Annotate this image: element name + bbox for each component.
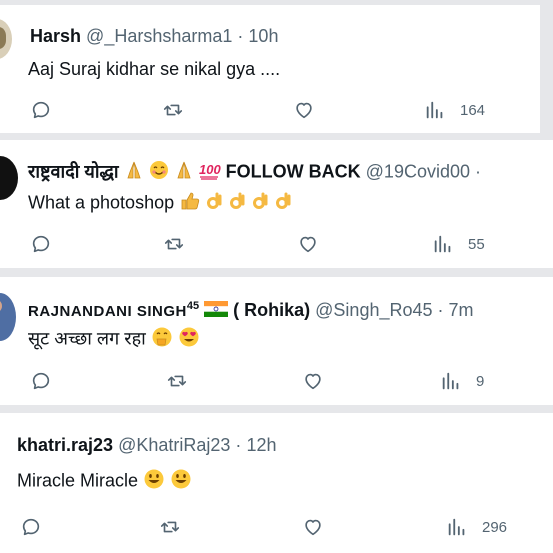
author-handle[interactable]: @Singh_Ro45 — [315, 300, 432, 320]
action-bar: 55 — [0, 232, 553, 256]
tweet-text: Aaj Suraj kidhar se nikal gya .... — [28, 59, 281, 79]
heart-icon — [305, 373, 321, 390]
avatar[interactable] — [0, 19, 12, 59]
timestamp[interactable]: 7m — [449, 300, 474, 320]
tweet-header: RAJNANDANI SINGH45 ( Rohika) @Singh_Ro45… — [28, 295, 474, 323]
separator-dot: · — [475, 161, 482, 182]
author-handle[interactable]: @19Covid00 — [366, 161, 470, 181]
reply-button[interactable] — [30, 98, 52, 122]
grinning-face-emoji — [143, 468, 165, 495]
author-name-suffix[interactable]: ( Rohika) — [233, 300, 310, 320]
author-name[interactable]: RAJNANDANI SINGH — [28, 303, 187, 320]
author-name-suffix[interactable]: FOLLOW BACK — [226, 161, 361, 181]
views-button[interactable]: 296 — [446, 515, 507, 539]
retweet-icon — [160, 521, 180, 533]
views-button[interactable]: 9 — [440, 369, 484, 393]
like-button[interactable] — [293, 98, 315, 122]
svg-text:100: 100 — [199, 162, 221, 177]
bar-chart-icon — [442, 372, 459, 390]
speech-bubble-icon — [22, 518, 40, 536]
tweet-card[interactable]: khatri.raj23 @KhatriRaj23 · 12h Miracle … — [0, 413, 553, 553]
author-name[interactable]: khatri.raj23 — [17, 435, 113, 455]
reply-button[interactable] — [30, 232, 52, 256]
retweet-button[interactable] — [166, 369, 188, 393]
view-count: 9 — [476, 372, 485, 390]
separator-dot: · — [235, 435, 242, 455]
avatar[interactable] — [0, 293, 16, 341]
tweet-card[interactable]: RAJNANDANI SINGH45 ( Rohika) @Singh_Ro45… — [0, 277, 553, 405]
reply-button[interactable] — [30, 369, 52, 393]
view-count: 296 — [482, 518, 508, 536]
ok-hand-emoji — [206, 191, 224, 216]
reply-button[interactable] — [20, 515, 42, 539]
folded-hands-emoji — [124, 160, 144, 185]
views-button[interactable]: 55 — [432, 232, 485, 256]
tweet-text-body: सूट अच्छा लग रहा — [28, 328, 146, 349]
timestamp[interactable]: 10h — [248, 26, 278, 46]
tweet-text-body: Miracle Miracle — [17, 470, 139, 491]
grinning-face-emoji — [170, 468, 192, 495]
heart-icon — [296, 102, 312, 119]
folded-hands-emoji — [174, 160, 194, 185]
timestamp[interactable]: 12h — [246, 435, 276, 455]
author-name[interactable]: Harsh — [30, 26, 81, 46]
tweet-card[interactable]: Harsh @_Harshsharma1 · 10h Aaj Suraj kid… — [0, 5, 540, 133]
heart-icon — [300, 236, 316, 253]
view-count: 55 — [468, 235, 485, 253]
thumbs-up-emoji — [179, 191, 201, 216]
avatar[interactable] — [0, 156, 18, 200]
tweet-header: Harsh @_Harshsharma1 · 10h — [30, 25, 278, 47]
view-count: 164 — [460, 101, 486, 119]
retweet-icon — [167, 375, 187, 387]
author-handle[interactable]: @KhatriRaj23 — [118, 435, 230, 455]
ok-hand-emoji — [275, 191, 293, 216]
bar-chart-icon — [426, 101, 443, 119]
author-name[interactable]: राष्ट्रवादी योद्धा — [28, 161, 119, 181]
retweet-button[interactable] — [163, 232, 185, 256]
speech-bubble-icon — [32, 235, 50, 253]
tweet-text: Miracle Miracle — [17, 468, 192, 495]
action-bar: 9 — [0, 369, 553, 393]
separator-dot: · — [437, 300, 444, 320]
retweet-icon — [164, 238, 184, 250]
retweet-button[interactable] — [162, 98, 184, 122]
retweet-icon — [163, 104, 183, 116]
ok-hand-emoji — [252, 191, 270, 216]
bar-chart-icon — [434, 235, 451, 253]
india-flag-emoji — [204, 300, 229, 322]
ok-hand-emoji — [229, 191, 247, 216]
tweet-header: khatri.raj23 @KhatriRaj23 · 12h — [17, 434, 276, 456]
action-bar: 296 — [0, 515, 553, 539]
like-button[interactable] — [297, 232, 319, 256]
speech-bubble-icon — [32, 372, 50, 390]
like-button[interactable] — [302, 369, 324, 393]
tweet-text: What a photoshop — [28, 191, 293, 216]
views-button[interactable]: 164 — [424, 98, 485, 122]
bar-chart-icon — [448, 518, 465, 536]
smiling-face-emoji — [149, 160, 169, 185]
author-handle[interactable]: @_Harshsharma1 — [86, 26, 232, 46]
tweet-header: राष्ट्रवादी योद्धा 100 FOLLOW BACK @19Co… — [28, 160, 481, 185]
action-bar: 164 — [0, 98, 540, 122]
tweet-text-body: What a photoshop — [28, 192, 175, 213]
reply-feed: Harsh @_Harshsharma1 · 10h Aaj Suraj kid… — [0, 0, 553, 553]
heart-eyes-emoji — [178, 326, 200, 353]
separator-dot: · — [237, 26, 244, 46]
author-name-superscript: 45 — [186, 300, 200, 312]
tweet-text: सूट अच्छा लग रहा — [28, 326, 200, 353]
retweet-button[interactable] — [159, 515, 181, 539]
face-with-hand-over-mouth-emoji — [151, 326, 173, 353]
hundred-points-emoji: 100 — [199, 160, 221, 185]
heart-icon — [305, 519, 321, 536]
like-button[interactable] — [302, 515, 324, 539]
speech-bubble-icon — [32, 101, 50, 119]
tweet-card[interactable]: राष्ट्रवादी योद्धा 100 FOLLOW BACK @19Co… — [0, 140, 553, 268]
